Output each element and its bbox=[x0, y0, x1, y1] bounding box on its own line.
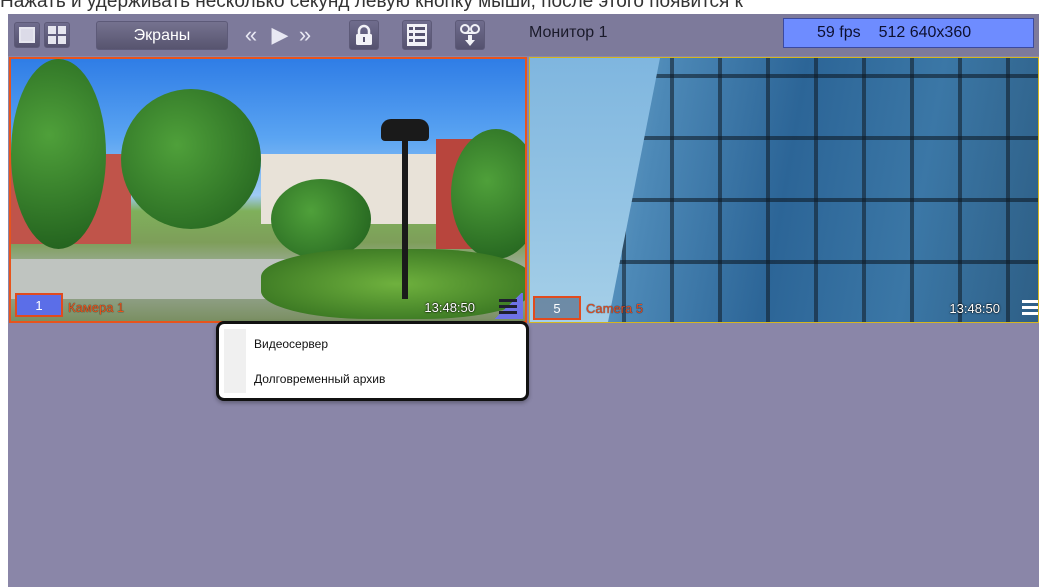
camera-name: Camera 5 bbox=[586, 301, 644, 316]
tile-menu-button[interactable] bbox=[493, 293, 523, 319]
list-icon bbox=[407, 24, 427, 46]
resolution-value: 512 640x360 bbox=[878, 24, 972, 41]
camera-number: 1 bbox=[15, 293, 63, 317]
menu-item-videoserver[interactable]: Видеосервер bbox=[254, 337, 328, 351]
camera-name: Камера 1 bbox=[68, 300, 125, 315]
camera-tile-1[interactable]: 1 Камера 1 13:48:50 bbox=[9, 57, 527, 323]
camera-time: 13:48:50 bbox=[424, 300, 475, 315]
menu-icon-column bbox=[224, 329, 246, 393]
menu-item-long-term-archive[interactable]: Долговременный архив bbox=[254, 372, 385, 386]
tree bbox=[121, 89, 261, 229]
toolbar: Экраны « ▶ » Монитор 1 59 fps 512 640x36… bbox=[8, 14, 1039, 56]
quad-layout-button[interactable] bbox=[44, 22, 70, 48]
tape-button[interactable] bbox=[455, 20, 485, 50]
single-layout-icon bbox=[19, 27, 35, 43]
lamp-post bbox=[402, 129, 408, 299]
monitor-label: Монитор 1 bbox=[529, 24, 608, 41]
sky bbox=[530, 58, 660, 322]
lock-button[interactable] bbox=[349, 20, 379, 50]
camera-tile-5[interactable]: 5 Camera 5 13:48:50 bbox=[529, 57, 1039, 323]
fps-indicator: 59 fps 512 640x360 bbox=[783, 18, 1034, 48]
lawn bbox=[261, 249, 525, 319]
fps-value: 59 fps bbox=[817, 24, 861, 41]
single-layout-button[interactable] bbox=[14, 22, 40, 48]
camera-number: 5 bbox=[533, 296, 581, 320]
tile-menu-button[interactable] bbox=[1016, 294, 1038, 320]
list-button[interactable] bbox=[402, 20, 432, 50]
lock-icon bbox=[356, 24, 372, 45]
context-menu: Видеосервер Долговременный архив bbox=[216, 321, 529, 401]
hamburger-icon bbox=[499, 296, 517, 317]
camera-time: 13:48:50 bbox=[949, 301, 1000, 316]
double-chevron-left-icon[interactable]: « bbox=[238, 22, 264, 48]
lamp-head bbox=[381, 119, 429, 141]
video-surveillance-window: Экраны « ▶ » Монитор 1 59 fps 512 640x36… bbox=[8, 14, 1039, 587]
tape-icon bbox=[460, 24, 480, 46]
double-chevron-right-icon[interactable]: » bbox=[292, 22, 318, 48]
tree bbox=[271, 179, 371, 259]
play-icon[interactable]: ▶ bbox=[267, 22, 293, 48]
quad-layout-icon bbox=[48, 26, 66, 44]
screens-button[interactable]: Экраны bbox=[96, 21, 228, 50]
camera-1-video bbox=[11, 59, 525, 321]
hamburger-icon bbox=[1022, 297, 1038, 318]
tree bbox=[11, 59, 106, 249]
camera-5-video bbox=[530, 58, 1038, 322]
